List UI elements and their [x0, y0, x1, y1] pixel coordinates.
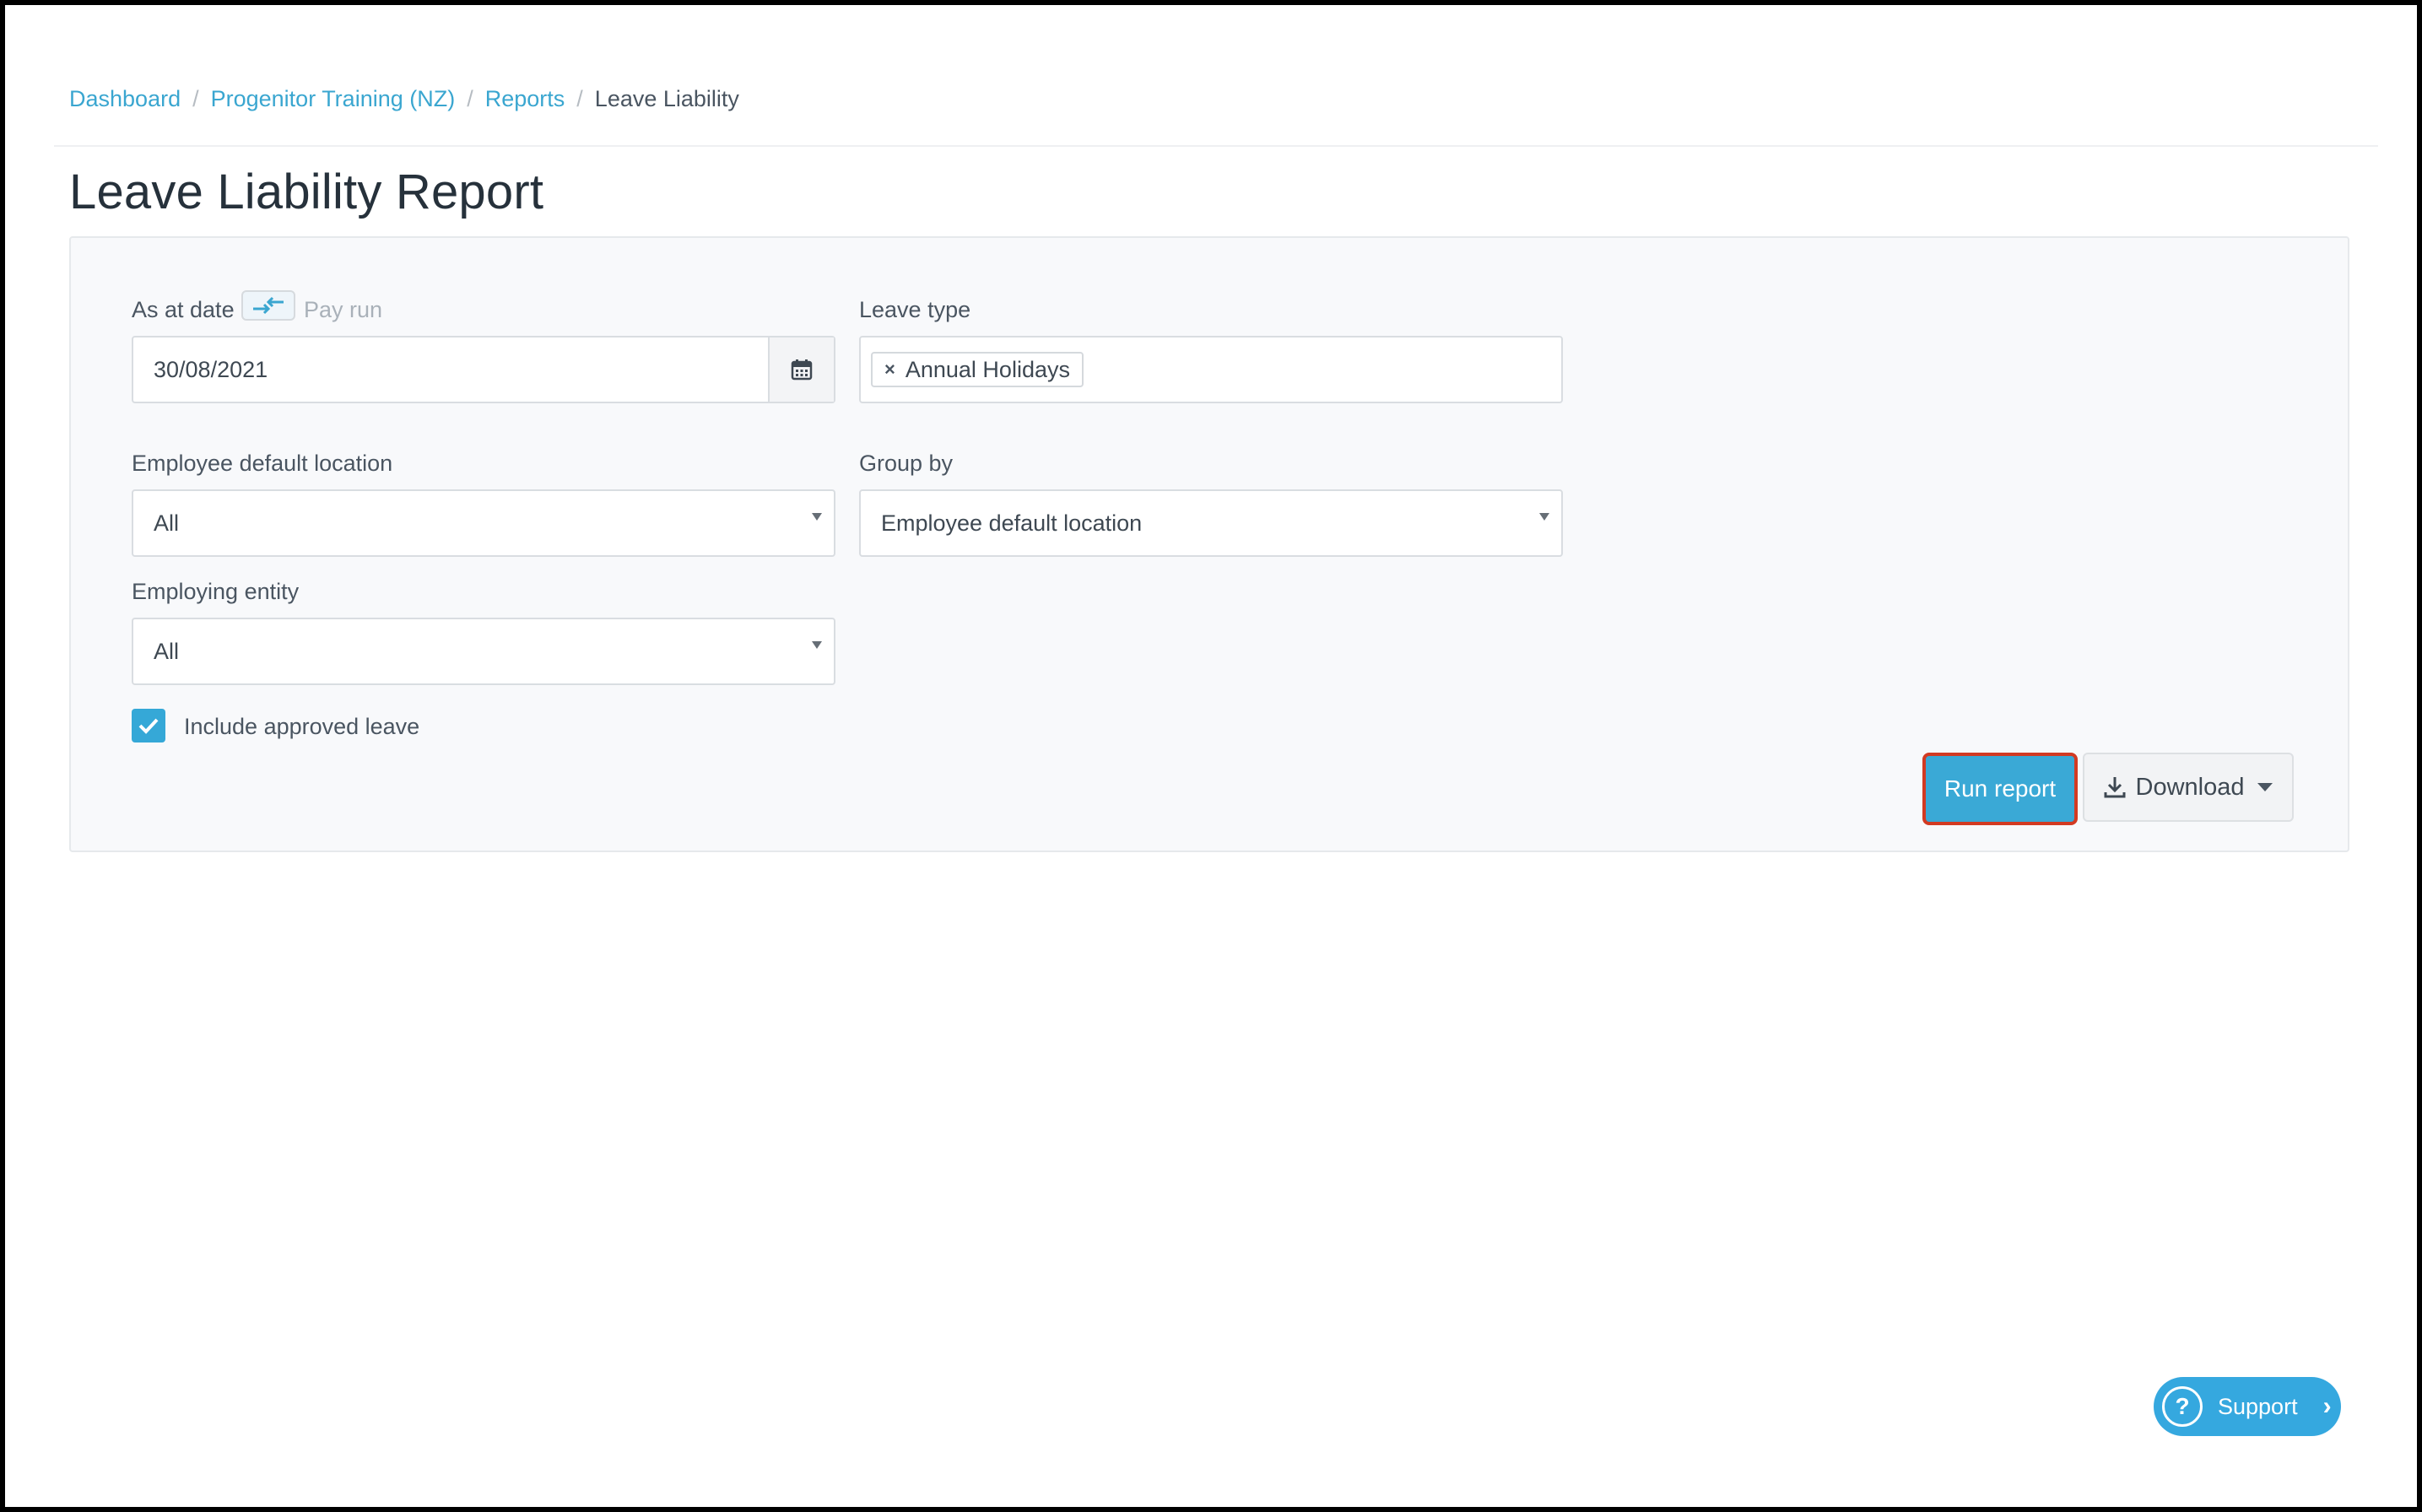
- breadcrumb-separator: /: [192, 86, 199, 111]
- employee-default-location-label: Employee default location: [132, 451, 393, 476]
- chevron-down-icon: [812, 641, 822, 649]
- swap-arrows-icon: [253, 296, 284, 315]
- chevron-down-icon: [1539, 513, 1549, 521]
- calendar-icon: [791, 359, 813, 381]
- leave-type-multiselect[interactable]: × Annual Holidays: [859, 336, 1563, 403]
- date-mode-toggle[interactable]: [241, 290, 295, 321]
- group-by-label: Group by: [859, 451, 954, 476]
- page-frame: Dashboard / Progenitor Training (NZ) / R…: [5, 5, 2417, 1507]
- group-by-value: Employee default location: [881, 510, 1143, 536]
- employing-entity-select[interactable]: All: [132, 618, 835, 685]
- breadcrumb-separator: /: [467, 86, 473, 111]
- help-icon: ?: [2162, 1386, 2203, 1427]
- employing-entity-value: All: [154, 638, 180, 664]
- checkmark-icon: [138, 718, 159, 734]
- calendar-button[interactable]: [768, 338, 834, 402]
- download-icon: [2104, 777, 2125, 798]
- support-widget-button[interactable]: ? Support ›: [2154, 1377, 2341, 1436]
- pay-run-option[interactable]: Pay run: [304, 297, 382, 323]
- breadcrumb-current: Leave Liability: [594, 86, 739, 111]
- breadcrumb: Dashboard / Progenitor Training (NZ) / R…: [69, 86, 739, 112]
- breadcrumb-progenitor-training[interactable]: Progenitor Training (NZ): [211, 86, 456, 112]
- chevron-down-icon: [812, 513, 822, 521]
- as-at-date-value: 30/08/2021: [154, 356, 268, 382]
- remove-tag-icon[interactable]: ×: [884, 359, 895, 381]
- download-label: Download: [2135, 773, 2245, 801]
- chevron-right-icon: ›: [2322, 1392, 2332, 1420]
- report-filter-panel: As at date Pay run 30/08/2021 Leave type…: [69, 236, 2349, 852]
- run-report-button[interactable]: Run report: [1922, 753, 2078, 825]
- download-button[interactable]: Download: [2083, 753, 2294, 822]
- include-approved-leave-label[interactable]: Include approved leave: [184, 714, 419, 740]
- header-divider: [54, 145, 2378, 147]
- breadcrumb-dashboard[interactable]: Dashboard: [69, 86, 181, 112]
- support-label: Support: [2218, 1393, 2298, 1419]
- include-approved-leave-checkbox[interactable]: [132, 709, 165, 742]
- breadcrumb-separator: /: [576, 86, 583, 111]
- employee-default-location-select[interactable]: All: [132, 489, 835, 557]
- employee-default-location-value: All: [154, 510, 180, 536]
- leave-type-label: Leave type: [859, 297, 971, 322]
- group-by-select[interactable]: Employee default location: [859, 489, 1563, 557]
- leave-type-tag: × Annual Holidays: [871, 352, 1084, 387]
- as-at-date-input[interactable]: 30/08/2021: [132, 336, 835, 403]
- employing-entity-label: Employing entity: [132, 579, 300, 604]
- breadcrumb-reports[interactable]: Reports: [485, 86, 565, 112]
- page-title: Leave Liability Report: [69, 165, 544, 219]
- as-at-date-label: As at date: [132, 297, 235, 322]
- leave-type-tag-label: Annual Holidays: [905, 356, 1070, 382]
- caret-down-icon: [2257, 783, 2273, 791]
